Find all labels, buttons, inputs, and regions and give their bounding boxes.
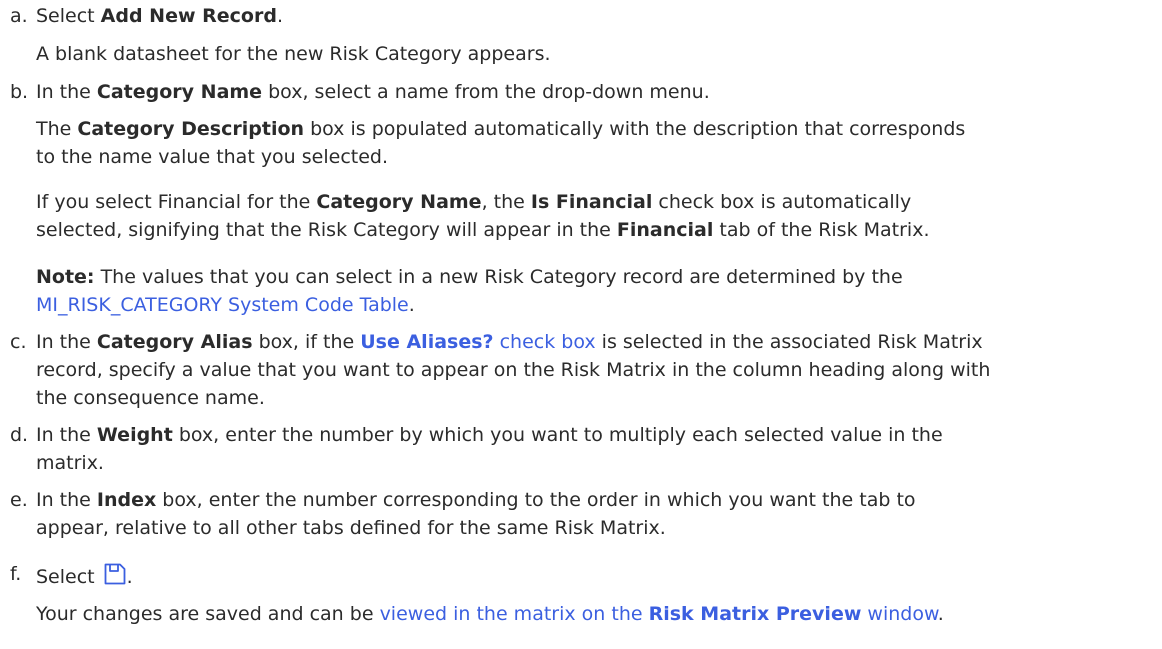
step-e: e. In the Index box, enter the number co… <box>0 488 1162 512</box>
result-link-part1: viewed in the matrix on the <box>379 603 649 625</box>
step-b-post: box, select a name from the drop-down me… <box>262 81 710 103</box>
step-c-line2: record, specify a value that you want to… <box>0 358 1162 382</box>
step-c-mid: box, if the <box>252 331 361 353</box>
step-d-post: box, enter the number by which you want … <box>172 424 943 446</box>
step-e-line2-text: appear, relative to all other tabs defin… <box>36 517 666 539</box>
category-alias-label: Category Alias <box>96 331 253 353</box>
step-b-desc-text: The Category Description box is populate… <box>36 117 965 141</box>
use-aliases-link[interactable]: Use Aliases? check box <box>360 331 595 353</box>
desc-pre: The <box>36 118 78 140</box>
financial-pre: If you select Financial for the <box>36 191 317 213</box>
add-new-record-label: Add New Record <box>100 5 277 27</box>
step-letter: b. <box>10 81 29 103</box>
weight-label: Weight <box>96 424 173 446</box>
financial-line2-pre: selected, signifying that the Risk Categ… <box>36 219 617 241</box>
procedure-steps: a. Select Add New Record. A blank datash… <box>0 0 1162 649</box>
check-box-link-text: check box <box>493 331 596 353</box>
step-c-line3-text: the consequence name. <box>36 387 265 409</box>
step-d-pre: In the <box>36 424 97 446</box>
step-b-text: In the Category Name box, select a name … <box>36 80 710 104</box>
step-a-result: A blank datasheet for the new Risk Categ… <box>0 42 1162 66</box>
financial-tab-label: Financial <box>616 219 714 241</box>
step-c-post: is selected in the associated Risk Matri… <box>595 331 983 353</box>
step-a-post: . <box>276 5 283 27</box>
step-f-result: Your changes are saved and can be viewed… <box>0 602 1162 626</box>
step-letter: e. <box>10 489 28 511</box>
step-letter: f. <box>10 563 22 585</box>
risk-matrix-preview-label: Risk Matrix Preview <box>648 603 862 625</box>
desc-line2: to the name value that you selected. <box>36 146 389 168</box>
step-f: f. Select . <box>0 562 1162 589</box>
step-f-text: Select . <box>36 562 133 589</box>
step-b-desc-line2: to the name value that you selected. <box>0 145 1162 169</box>
step-a-detail: A blank datasheet for the new Risk Categ… <box>36 43 551 65</box>
note-post: . <box>408 294 415 316</box>
system-code-table-link[interactable]: MI_RISK_CATEGORY System Code Table <box>36 294 409 316</box>
step-f-result-text: Your changes are saved and can be viewed… <box>36 602 944 626</box>
use-aliases-label: Use Aliases? <box>360 331 494 353</box>
category-name-label: Category Name <box>96 81 263 103</box>
step-f-post: . <box>126 566 133 588</box>
step-e-post: box, enter the number corresponding to t… <box>156 489 916 511</box>
step-b-desc-line1: The Category Description box is populate… <box>0 117 1162 141</box>
result-pre: Your changes are saved and can be <box>36 603 380 625</box>
is-financial-label: Is Financial <box>530 191 653 213</box>
step-e-text: In the Index box, enter the number corre… <box>36 488 916 512</box>
note-body: The values that you can select in a new … <box>94 266 903 288</box>
result-post: . <box>937 603 944 625</box>
financial-post: check box is automatically <box>652 191 912 213</box>
step-c-line2-text: record, specify a value that you want to… <box>36 359 991 381</box>
step-letter: d. <box>10 424 29 446</box>
step-d-line2: matrix. <box>0 451 1162 475</box>
step-c-text: In the Category Alias box, if the Use Al… <box>36 330 983 354</box>
step-e-line2: appear, relative to all other tabs defin… <box>0 516 1162 540</box>
step-f-pre: Select <box>36 566 101 588</box>
step-e-pre: In the <box>36 489 97 511</box>
note-text: Note: The values that you can select in … <box>36 265 903 289</box>
result-link-part2: window <box>861 603 938 625</box>
note-line2: MI_RISK_CATEGORY System Code Table. <box>0 293 1162 317</box>
note-label: Note: <box>36 266 95 288</box>
index-label: Index <box>96 489 157 511</box>
step-b: b. In the Category Name box, select a na… <box>0 80 1162 104</box>
step-letter: c. <box>10 331 27 353</box>
financial-mid: , the <box>481 191 531 213</box>
step-c-line3: the consequence name. <box>0 386 1162 410</box>
risk-matrix-preview-link[interactable]: viewed in the matrix on the Risk Matrix … <box>380 603 938 625</box>
step-letter: a. <box>10 5 28 27</box>
step-c-pre: In the <box>36 331 97 353</box>
save-icon[interactable] <box>103 562 127 586</box>
note-link-line: MI_RISK_CATEGORY System Code Table. <box>36 293 415 317</box>
step-b-financial-line1: If you select Financial for the Category… <box>0 190 1162 214</box>
step-b-pre: In the <box>36 81 97 103</box>
step-b-financial-line2: selected, signifying that the Risk Categ… <box>0 218 1162 242</box>
note-line1: Note: The values that you can select in … <box>0 265 1162 289</box>
step-c: c. In the Category Alias box, if the Use… <box>0 330 1162 354</box>
financial-line2-post: tab of the Risk Matrix. <box>713 219 930 241</box>
category-description-label: Category Description <box>77 118 305 140</box>
step-d-text: In the Weight box, enter the number by w… <box>36 423 943 447</box>
category-name-label-2: Category Name <box>316 191 482 213</box>
step-d: d. In the Weight box, enter the number b… <box>0 423 1162 447</box>
step-d-line2-text: matrix. <box>36 452 104 474</box>
step-a-text: Select Add New Record. <box>36 4 283 28</box>
step-a: a. Select Add New Record. <box>0 4 1162 28</box>
financial-text: If you select Financial for the Category… <box>36 190 911 214</box>
financial-text-2: selected, signifying that the Risk Categ… <box>36 218 929 242</box>
save-icon-svg <box>104 563 126 585</box>
desc-post: box is populated automatically with the … <box>304 118 966 140</box>
step-a-pre: Select <box>36 5 101 27</box>
